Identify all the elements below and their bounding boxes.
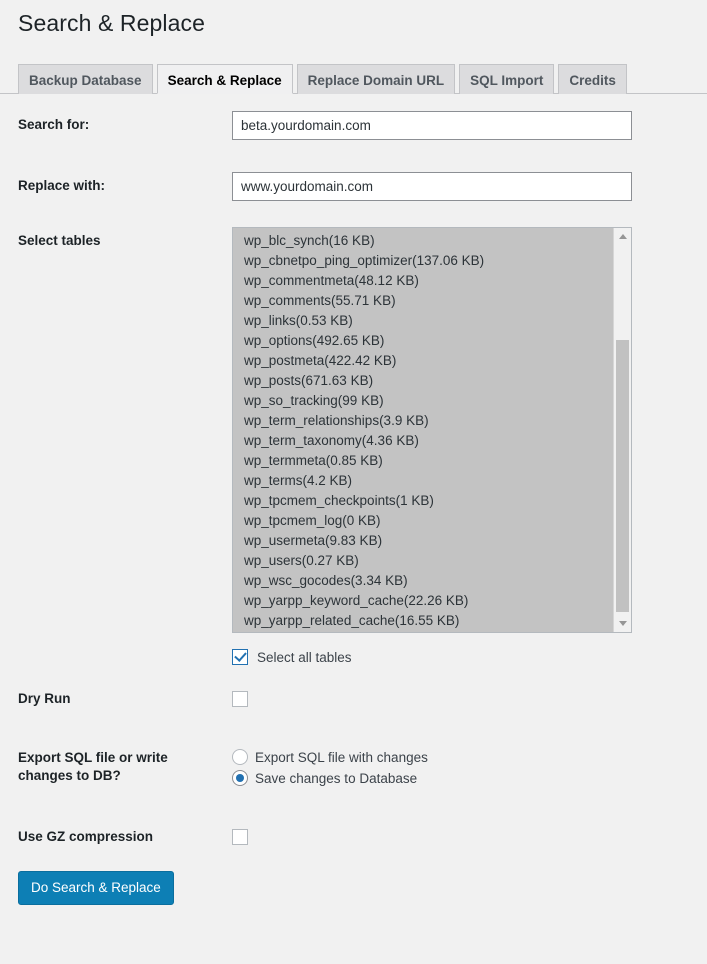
field-dry-run (222, 667, 707, 728)
label-select-all-spacer (0, 633, 222, 667)
table-option[interactable]: wp_cbnetpo_ping_optimizer(137.06 KB) (233, 250, 613, 271)
table-option[interactable]: wp_comments(55.71 KB) (233, 290, 613, 311)
table-option[interactable]: wp_postmeta(422.42 KB) (233, 350, 613, 371)
tables-listbox-options[interactable]: wp_blc_synch(16 KB) wp_cbnetpo_ping_optim… (233, 228, 613, 632)
dry-run-checkbox[interactable] (232, 690, 248, 707)
tab-backup-database[interactable]: Backup Database (18, 63, 153, 94)
tables-listbox[interactable]: wp_blc_synch(16 KB) wp_cbnetpo_ping_optim… (232, 226, 632, 633)
table-option[interactable]: wp_terms(4.2 KB) (233, 470, 613, 491)
table-option[interactable]: wp_yarpp_keyword_cache(22.26 KB) (233, 590, 613, 611)
label-search-for: Search for: (18, 116, 90, 132)
label-export-mode: Export SQL file or write changes to DB? (18, 750, 168, 784)
form-row-dry-run: Dry Run (0, 667, 707, 728)
table-option[interactable]: wp_options(492.65 KB) (233, 330, 613, 351)
form-row-select-all: Select all tables (0, 633, 707, 667)
table-option[interactable]: wp_usermeta(9.83 KB) (233, 530, 613, 551)
field-search-for (222, 94, 707, 155)
select-all-tables-text: Select all tables (257, 649, 352, 665)
tab-credits[interactable]: Credits (558, 63, 627, 94)
table-option[interactable]: wp_posts(671.63 KB) (233, 370, 613, 391)
label-replace-with: Replace with: (18, 177, 106, 193)
form-row-gz-compression: Use GZ compression (0, 806, 707, 866)
form-row-export-mode: Export SQL file or write changes to DB? … (0, 728, 707, 805)
scroll-up-arrow-glyph (618, 233, 627, 239)
scrollbar-thumb[interactable] (616, 339, 629, 612)
save-to-database-label: Save changes to Database (255, 771, 418, 787)
table-option[interactable]: wp_term_relationships(3.9 KB) (233, 410, 613, 431)
table-option[interactable]: wp_termmeta(0.85 KB) (233, 450, 613, 471)
scroll-down-arrow-icon[interactable] (614, 614, 631, 632)
label-gz-compression: Use GZ compression (18, 828, 154, 844)
radio-option-export-sql-file[interactable]: Export SQL file with changes (232, 748, 697, 769)
form-row-search-for: Search for: (0, 94, 707, 155)
field-select-all: Select all tables (222, 633, 707, 667)
tab-replace-domain-url[interactable]: Replace Domain URL (296, 63, 456, 94)
form-row-replace-with: Replace with: (0, 155, 707, 216)
search-for-input[interactable] (232, 110, 632, 140)
table-option[interactable]: wp_commentmeta(48.12 KB) (233, 270, 613, 291)
submit-area: Do Search & Replace (0, 866, 707, 906)
tab-sql-import[interactable]: SQL Import (459, 63, 555, 94)
replace-with-input[interactable] (232, 171, 632, 201)
page-title: Search & Replace (18, 10, 205, 36)
select-all-tables-checkbox[interactable] (232, 648, 248, 665)
field-select-tables: wp_blc_synch(16 KB) wp_cbnetpo_ping_optim… (222, 216, 707, 633)
label-dry-run: Dry Run (18, 690, 71, 706)
gz-compression-checkbox[interactable] (232, 828, 248, 845)
tab-search-replace[interactable]: Search & Replace (156, 63, 293, 94)
radio-option-save-to-database[interactable]: Save changes to Database (232, 769, 697, 790)
tab-bar: Backup Database Search & Replace Replace D… (0, 54, 707, 94)
scroll-down-arrow-glyph (618, 620, 627, 626)
table-option[interactable]: wp_wsc_gocodes(3.34 KB) (233, 570, 613, 591)
table-option[interactable]: wp_so_tracking(99 KB) (233, 390, 613, 411)
field-replace-with (222, 155, 707, 216)
table-option[interactable]: wp_tpcmem_checkpoints(1 KB) (233, 490, 613, 511)
table-option[interactable]: wp_tpcmem_log(0 KB) (233, 510, 613, 531)
export-sql-file-radio[interactable] (232, 749, 248, 766)
table-option[interactable]: wp_blc_synch(16 KB) (233, 230, 613, 251)
scroll-up-arrow-icon[interactable] (614, 227, 631, 245)
select-all-tables-checkbox-label[interactable]: Select all tables (232, 648, 352, 666)
field-export-mode: Export SQL file with changes Save change… (222, 728, 707, 805)
table-option[interactable]: wp_yarpp_related_cache(16.55 KB) (233, 610, 613, 631)
field-gz-compression (222, 806, 707, 866)
export-sql-file-label: Export SQL file with changes (255, 750, 428, 766)
save-to-database-radio[interactable] (232, 770, 248, 787)
table-option[interactable]: wp_links(0.53 KB) (233, 310, 613, 331)
do-search-replace-button[interactable]: Do Search & Replace (18, 870, 174, 906)
table-option[interactable]: wp_users(0.27 KB) (233, 550, 613, 571)
search-replace-form: Search for: Replace with: Select tables … (0, 94, 707, 866)
tables-listbox-scrollbar[interactable] (613, 227, 631, 632)
form-row-select-tables: Select tables wp_blc_synch(16 KB) wp_cbne… (0, 216, 707, 633)
label-select-tables: Select tables (18, 232, 101, 248)
table-option[interactable]: wp_term_taxonomy(4.36 KB) (233, 430, 613, 451)
